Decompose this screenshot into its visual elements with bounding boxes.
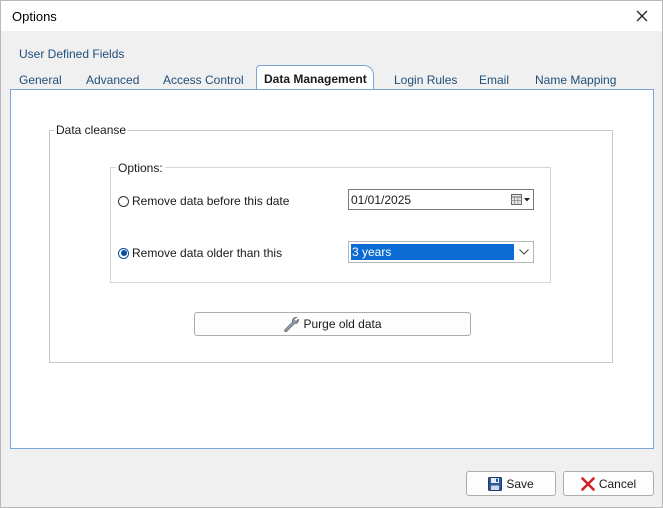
age-combobox[interactable]: 3 years: [348, 241, 534, 263]
purge-label: Purge old data: [303, 317, 382, 331]
cancel-button[interactable]: Cancel: [563, 471, 654, 496]
date-picker-field[interactable]: 01/01/2025: [348, 189, 534, 210]
tab-data-management-label: Data Management: [264, 72, 367, 86]
options-legend: Options:: [116, 161, 165, 175]
radio-older-than-label: Remove data older than this: [132, 246, 283, 260]
save-label: Save: [506, 476, 534, 491]
data-management-panel: Data cleanse Options: Remove data before…: [10, 89, 654, 449]
data-cleanse-group: Data cleanse Options: Remove data before…: [49, 123, 613, 363]
tab-login-rules[interactable]: Login Rules: [394, 73, 457, 87]
red-x-icon: [581, 476, 595, 491]
date-value: 01/01/2025: [351, 193, 412, 207]
age-dropdown-button[interactable]: [515, 242, 533, 262]
floppy-disk-icon: [488, 476, 503, 491]
tab-advanced[interactable]: Advanced: [86, 73, 139, 87]
tab-access-control[interactable]: Access Control: [163, 73, 244, 87]
tab-data-management[interactable]: Data Management: [256, 65, 374, 89]
window-title: Options: [12, 9, 57, 24]
purge-old-data-button[interactable]: Purge old data: [194, 312, 471, 336]
close-icon: [636, 10, 648, 22]
tab-user-defined-fields[interactable]: User Defined Fields: [19, 47, 124, 61]
cancel-label: Cancel: [598, 476, 637, 491]
age-selected-value: 3 years: [351, 244, 514, 260]
radio-remove-before-date[interactable]: Remove data before this date: [118, 194, 289, 208]
calendar-dropdown-button[interactable]: [507, 192, 531, 207]
tab-email[interactable]: Email: [479, 73, 509, 87]
radio-button-older-than[interactable]: [118, 247, 129, 259]
tab-general[interactable]: General: [19, 73, 62, 87]
calendar-icon: [511, 193, 530, 205]
data-cleanse-legend: Data cleanse: [54, 123, 129, 137]
close-button[interactable]: [622, 1, 662, 31]
title-bar: Options: [1, 1, 662, 31]
tab-name-mapping[interactable]: Name Mapping: [535, 73, 616, 87]
radio-button-before-date[interactable]: [118, 195, 129, 207]
radio-remove-older-than[interactable]: Remove data older than this: [118, 246, 282, 260]
radio-before-date-label: Remove data before this date: [132, 194, 290, 208]
wrench-icon: [284, 317, 300, 332]
chevron-down-icon: [519, 249, 529, 255]
options-group: Options:: [110, 161, 551, 283]
options-dialog: Options User Defined Fields General Adva…: [0, 0, 663, 508]
save-button[interactable]: Save: [466, 471, 556, 496]
